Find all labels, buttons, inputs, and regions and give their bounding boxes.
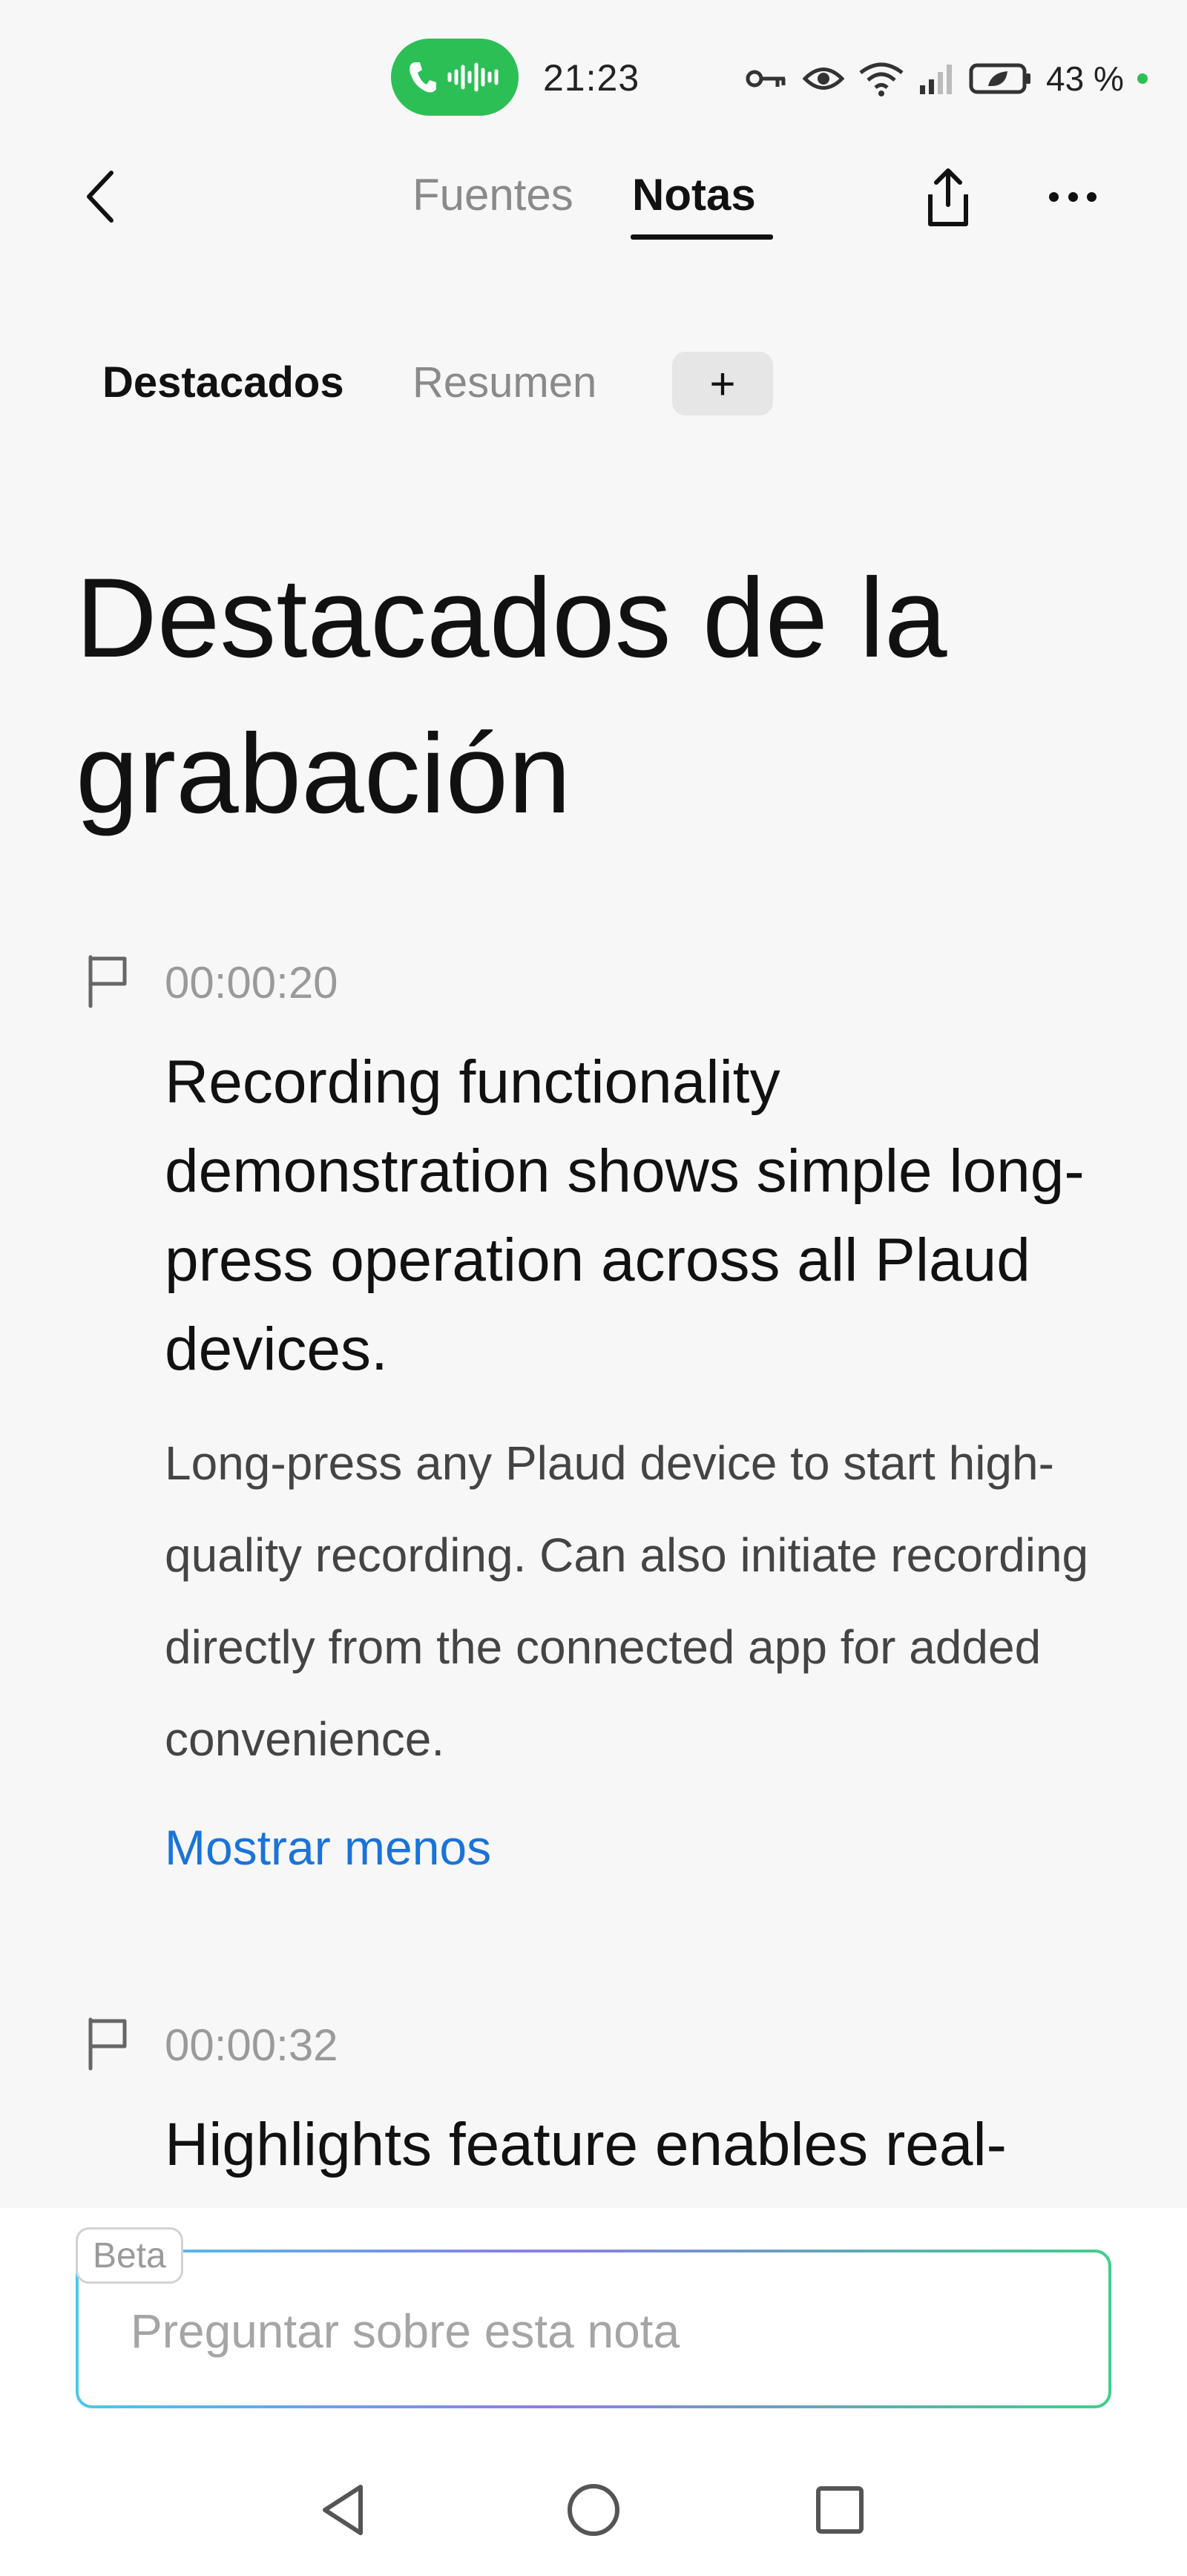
- key-icon: [746, 70, 786, 88]
- ask-note-input[interactable]: [131, 2294, 1050, 2368]
- beta-badge: Beta: [76, 2227, 183, 2284]
- nav-recents-icon[interactable]: [806, 2477, 873, 2543]
- active-tab-indicator: [631, 234, 773, 240]
- highlight-timestamp[interactable]: 00:00:32: [165, 2020, 338, 2071]
- back-icon: [87, 171, 114, 223]
- page-title: Destacados de la grabación: [76, 555, 947, 837]
- more-button[interactable]: [1049, 178, 1096, 215]
- add-section-button[interactable]: +: [672, 352, 773, 415]
- nav-back-icon[interactable]: [312, 2477, 378, 2543]
- nav-home-icon[interactable]: [560, 2477, 627, 2543]
- back-button[interactable]: [82, 167, 126, 226]
- share-button[interactable]: [918, 165, 978, 230]
- highlight-timestamp[interactable]: 00:00:20: [165, 957, 338, 1008]
- subtab-destacados[interactable]: Destacados: [102, 358, 344, 407]
- tab-notas[interactable]: Notas: [632, 169, 756, 220]
- notes-screen: 21:23 43 % Fuentes Notas Destacados Resu…: [0, 0, 1187, 2576]
- highlight-title: Recording functionality demonstration sh…: [165, 1048, 1085, 1383]
- flag-icon[interactable]: [83, 953, 131, 1009]
- audio-wave-icon: [447, 62, 499, 92]
- eye-icon: [803, 68, 844, 90]
- wifi-icon: [859, 62, 904, 96]
- status-icons: 43 %: [745, 58, 1148, 99]
- ask-note-box[interactable]: [76, 2250, 1111, 2408]
- privacy-indicator-dot: [1137, 73, 1148, 84]
- highlight-body: Long-press any Plaud device to start hig…: [165, 1436, 1089, 1766]
- signal-icon: [920, 65, 952, 94]
- phone-call-icon: [410, 62, 436, 93]
- more-icon: [1049, 191, 1059, 202]
- show-less-link[interactable]: Mostrar menos: [165, 1819, 491, 1876]
- ongoing-call-pill[interactable]: [391, 39, 519, 116]
- status-time: 21:23: [543, 57, 640, 99]
- subtab-resumen[interactable]: Resumen: [412, 358, 596, 407]
- battery-percentage: 43 %: [1046, 59, 1124, 98]
- status-bar: 21:23 43 %: [0, 0, 1187, 148]
- highlight-title: Highlights feature enables real-: [165, 2111, 1007, 2178]
- share-icon: [928, 168, 968, 226]
- battery-saver-icon: [969, 63, 1030, 94]
- tab-fuentes[interactable]: Fuentes: [412, 169, 573, 220]
- flag-icon[interactable]: [83, 2015, 131, 2071]
